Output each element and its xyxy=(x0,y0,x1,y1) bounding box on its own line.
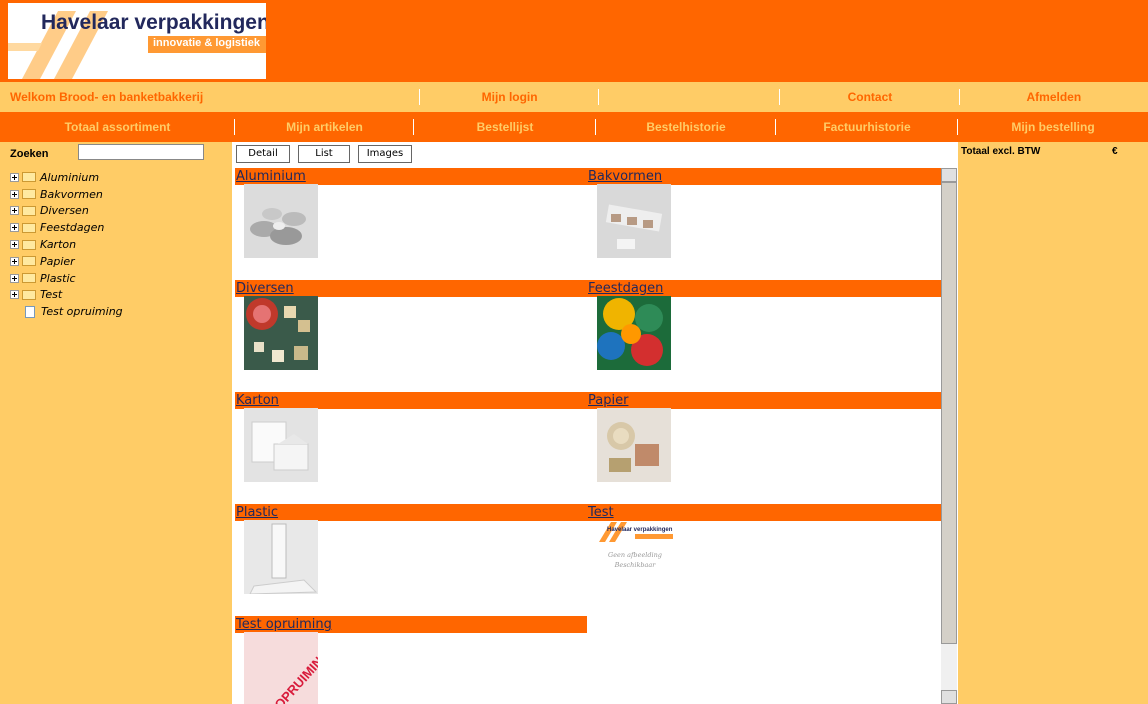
category-title-diversen[interactable]: Diversen xyxy=(235,280,587,297)
folder-icon xyxy=(22,205,36,216)
nav-blank xyxy=(599,82,781,112)
category-title-plastic[interactable]: Plastic xyxy=(235,504,587,521)
bakvormen-image[interactable] xyxy=(597,184,671,258)
tree-item-label: Papier xyxy=(40,254,75,268)
scroll-down-arrow-icon[interactable] xyxy=(941,690,957,704)
tree-item-feestdagen[interactable]: Feestdagen xyxy=(10,219,123,236)
expand-icon[interactable] xyxy=(10,206,19,216)
folder-icon xyxy=(22,273,36,284)
tree-item-label: Feestdagen xyxy=(40,221,105,235)
tree-item-karton[interactable]: Karton xyxy=(10,236,123,253)
tree-item-label: Aluminium xyxy=(40,170,100,184)
folder-icon xyxy=(22,256,36,267)
karton-image[interactable] xyxy=(244,408,318,482)
tree-item-label: Karton xyxy=(40,238,77,252)
folder-icon xyxy=(22,189,36,200)
scroll-up-arrow-icon[interactable] xyxy=(941,168,957,182)
feestdagen-image[interactable] xyxy=(597,296,671,370)
top-nav: Welkom Brood- en banketbakkerij Mijn log… xyxy=(0,82,1148,112)
search-label: Zoeken xyxy=(10,148,49,160)
expand-icon[interactable] xyxy=(10,240,19,250)
test-logo-mark: Havelaar verpakkingen Geen afbeelding Be… xyxy=(595,522,675,569)
nav-order-list[interactable]: Bestellijst xyxy=(414,112,596,142)
tree-item-test-opruiming[interactable]: Test opruiming xyxy=(10,303,123,320)
category-title-feestdagen[interactable]: Feestdagen xyxy=(587,280,941,297)
logo-title: Havelaar verpakkingen xyxy=(41,11,266,34)
images-view-button[interactable]: Images xyxy=(358,145,412,163)
logo-tagline: innovatie & logistiek xyxy=(153,37,260,49)
nav-my-articles[interactable]: Mijn artikelen xyxy=(235,112,414,142)
test-image-caption-1: Geen afbeelding xyxy=(608,551,662,559)
category-title-aluminium[interactable]: Aluminium xyxy=(235,168,587,185)
expand-icon[interactable] xyxy=(10,189,19,199)
document-icon xyxy=(25,305,35,318)
tree-item-papier[interactable]: Papier xyxy=(10,253,123,270)
tree-item-aluminium[interactable]: Aluminium xyxy=(10,169,123,186)
nav-order-history[interactable]: Bestelhistorie xyxy=(596,112,776,142)
category-sidebar: Zoeken Aluminium Bakvormen Diversen Fees… xyxy=(0,142,232,704)
folder-icon xyxy=(22,222,36,233)
tree-item-test[interactable]: Test xyxy=(10,287,123,304)
nav-logout[interactable]: Afmelden xyxy=(960,82,1148,112)
folder-icon xyxy=(22,172,36,183)
search-input[interactable] xyxy=(78,144,204,160)
total-excl-vat-label: Totaal excl. BTW xyxy=(961,146,1041,157)
category-title-test[interactable]: Test xyxy=(587,504,941,521)
tree-item-label: Bakvormen xyxy=(40,187,103,201)
category-title-test-opruiming[interactable]: Test opruiming xyxy=(235,616,587,633)
tree-item-label: Test opruiming xyxy=(41,305,123,319)
opruiming-image[interactable]: OPRUIMING xyxy=(244,632,318,704)
aluminium-image[interactable] xyxy=(244,184,318,258)
main-nav: Totaal assortiment Mijn artikelen Bestel… xyxy=(0,112,1148,142)
plastic-image[interactable] xyxy=(244,520,318,594)
content-scrollbar[interactable] xyxy=(941,168,957,704)
tree-item-bakvormen[interactable]: Bakvormen xyxy=(10,186,123,203)
folder-icon xyxy=(22,239,36,250)
nav-contact[interactable]: Contact xyxy=(780,82,961,112)
category-tree: Aluminium Bakvormen Diversen Feestdagen … xyxy=(10,169,123,320)
list-view-button[interactable]: List xyxy=(298,145,350,163)
tree-item-diversen[interactable]: Diversen xyxy=(10,203,123,220)
expand-icon[interactable] xyxy=(10,290,19,300)
category-title-karton[interactable]: Karton xyxy=(235,392,587,409)
folder-icon xyxy=(22,289,36,300)
test-image-caption-2: Beschikbaar xyxy=(614,561,657,569)
nav-my-order[interactable]: Mijn bestelling xyxy=(958,112,1148,142)
expand-icon[interactable] xyxy=(10,273,19,283)
test-image-caption-title: Havelaar verpakkingen xyxy=(607,527,673,533)
expand-icon[interactable] xyxy=(10,223,19,233)
tree-item-label: Diversen xyxy=(40,204,89,218)
test-image[interactable]: Havelaar verpakkingen Geen afbeelding Be… xyxy=(595,520,675,576)
order-summary-panel: Totaal excl. BTW € xyxy=(958,142,1148,704)
papier-image[interactable] xyxy=(597,408,671,482)
currency-symbol: € xyxy=(1112,146,1118,157)
view-toolbar: Detail List Images xyxy=(232,142,958,164)
expand-icon[interactable] xyxy=(10,172,19,182)
nav-my-login[interactable]: Mijn login xyxy=(420,82,600,112)
diversen-image[interactable] xyxy=(244,296,318,370)
tree-item-label: Plastic xyxy=(40,271,76,285)
category-title-papier[interactable]: Papier xyxy=(587,392,941,409)
header: Havelaar verpakkingen innovatie & logist… xyxy=(0,0,1148,82)
scrollbar-thumb[interactable] xyxy=(941,182,957,644)
category-grid-panel: Detail List Images Aluminium Bakvormen D… xyxy=(232,142,958,704)
logo[interactable]: Havelaar verpakkingen innovatie & logist… xyxy=(8,3,266,79)
category-title-bakvormen[interactable]: Bakvormen xyxy=(587,168,941,185)
expand-icon[interactable] xyxy=(10,256,19,266)
tree-item-plastic[interactable]: Plastic xyxy=(10,270,123,287)
nav-invoice-history[interactable]: Factuurhistorie xyxy=(776,112,958,142)
tree-item-label: Test xyxy=(40,288,63,302)
welcome-text: Welkom Brood- en banketbakkerij xyxy=(0,82,421,112)
nav-total-assortment[interactable]: Totaal assortiment xyxy=(0,112,235,142)
detail-view-button[interactable]: Detail xyxy=(236,145,290,163)
